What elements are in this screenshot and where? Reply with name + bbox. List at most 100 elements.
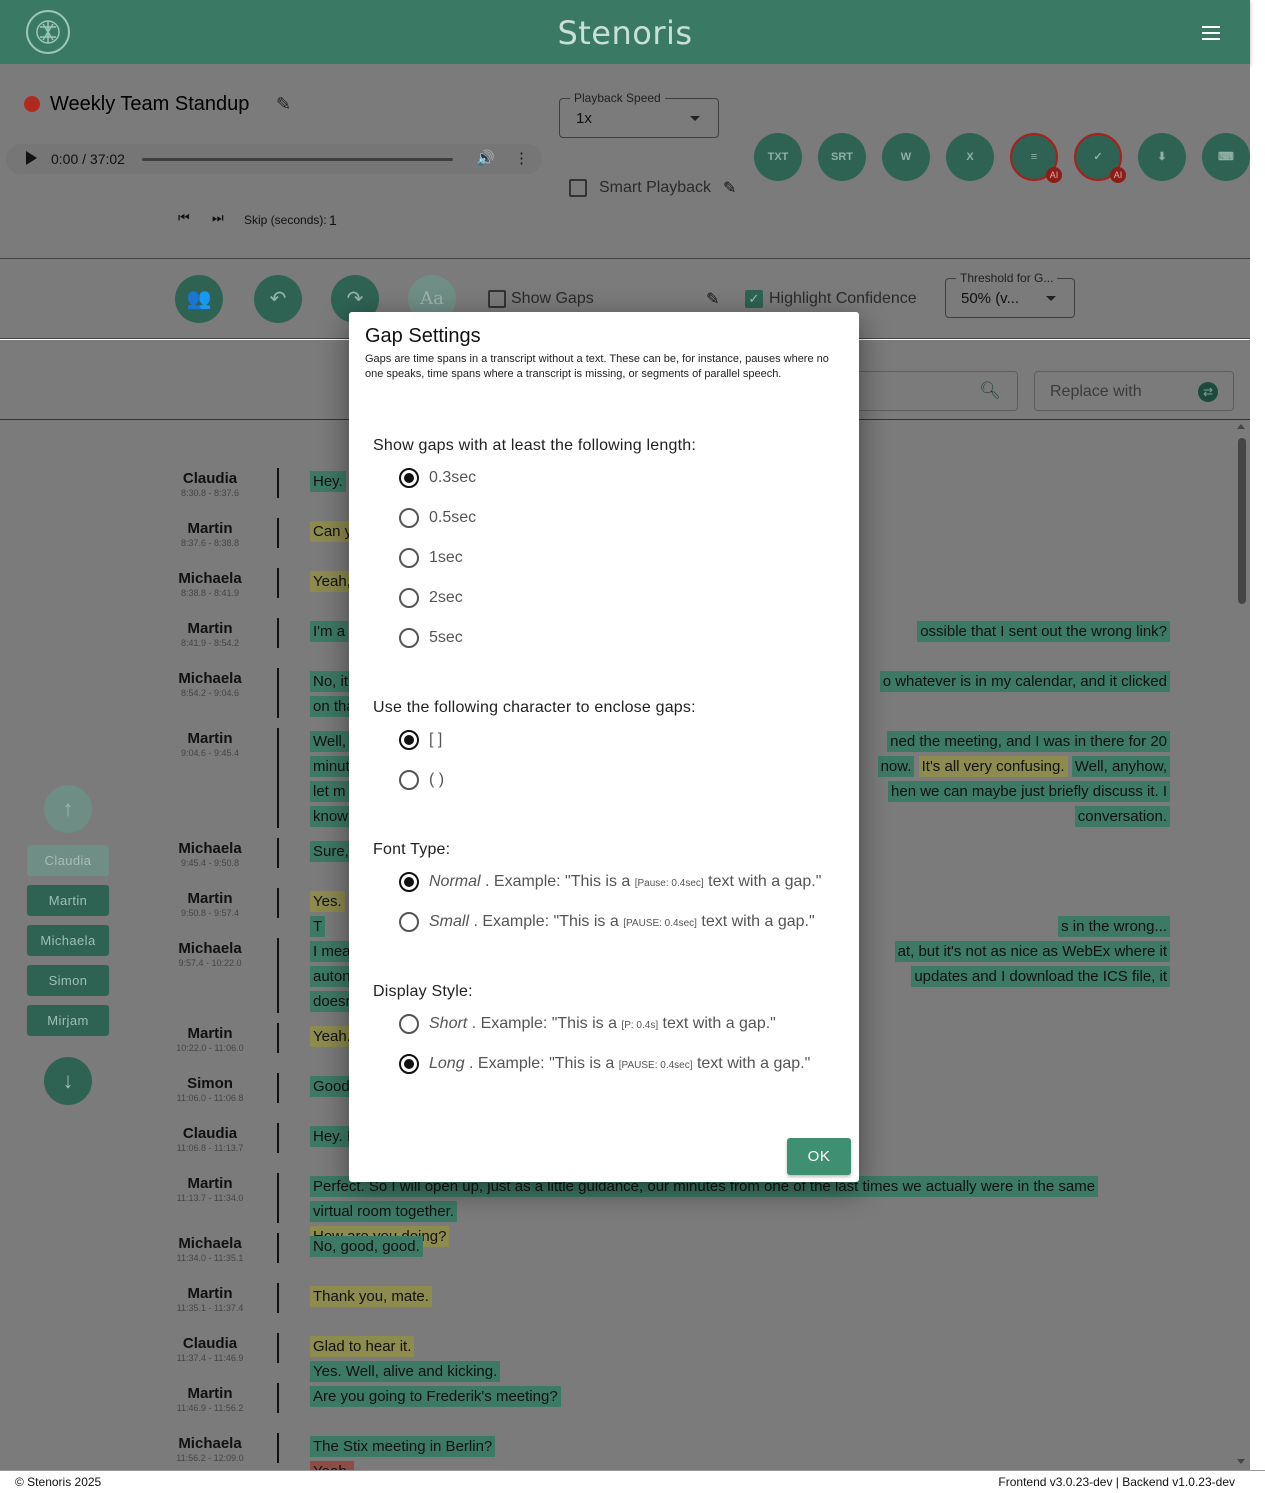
- word-segment-high-confidence[interactable]: I'm a: [310, 621, 349, 642]
- speaker-label[interactable]: Michaela 8:38.8 - 8:41.9: [150, 570, 270, 598]
- radio-button[interactable]: [399, 912, 419, 932]
- speaker-label[interactable]: Martin 11:13.7 - 11:34.0: [150, 1175, 270, 1203]
- speaker-label[interactable]: Michaela 11:34.0 - 11:35.1: [150, 1235, 270, 1263]
- word-segment-high-confidence[interactable]: The Stix meeting in Berlin?: [310, 1436, 496, 1457]
- word-segment-high-confidence[interactable]: Sure,: [310, 841, 352, 862]
- transcript-text[interactable]: No, good, good.: [310, 1234, 1170, 1259]
- word-segment-medium-confidence[interactable]: Yeah,: [310, 571, 354, 592]
- speaker-label[interactable]: Michaela 11:56.2 - 12:09.0: [150, 1435, 270, 1463]
- speaker-label[interactable]: Martin 9:04.6 - 9:45.4: [150, 730, 270, 758]
- word-segment-medium-confidence[interactable]: Yes.: [310, 891, 345, 912]
- word-segment-high-confidence[interactable]: I mea: [310, 941, 354, 962]
- word-segment-high-confidence[interactable]: Are you going to Frederik's meeting?: [310, 1386, 561, 1407]
- word-segment-high-confidence[interactable]: o whatever is in my calendar, and it cli…: [879, 671, 1170, 692]
- word-segment-high-confidence[interactable]: No, it: [310, 671, 352, 692]
- speaker-chip-claudia[interactable]: Claudia: [27, 845, 109, 876]
- speakers-icon[interactable]: 👥: [175, 275, 223, 323]
- scroll-up-arrow-icon[interactable]: [1237, 424, 1245, 429]
- speaker-label[interactable]: Claudia 11:06.8 - 11:13.7: [150, 1125, 270, 1153]
- srt-file-icon[interactable]: SRT: [818, 133, 866, 181]
- previous-speaker-arrow-up-icon[interactable]: ↑: [44, 785, 92, 833]
- speaker-label[interactable]: Martin 11:35.1 - 11:37.4: [150, 1285, 270, 1313]
- word-segment-high-confidence[interactable]: No, good, good.: [310, 1236, 423, 1257]
- scroll-down-arrow-icon[interactable]: [1237, 1459, 1245, 1464]
- ok-button[interactable]: OK: [787, 1138, 851, 1175]
- volume-icon[interactable]: 🔊: [476, 149, 495, 167]
- word-segment-high-confidence[interactable]: s in the wrong...: [1058, 916, 1170, 937]
- speaker-label[interactable]: Claudia 8:30.8 - 8:37.6: [150, 470, 270, 498]
- word-segment-high-confidence[interactable]: virtual room together.: [310, 1201, 457, 1222]
- word-segment-medium-confidence[interactable]: Thank you, mate.: [310, 1286, 432, 1307]
- word-segment-high-confidence[interactable]: Good: [310, 1076, 353, 1097]
- speaker-label[interactable]: Martin 8:37.6 - 8:38.8: [150, 520, 270, 548]
- word-segment-high-confidence[interactable]: Yes. Well, alive and kicking.: [310, 1361, 501, 1382]
- show-gaps-checkbox[interactable]: [488, 290, 506, 308]
- smart-playback-checkbox[interactable]: [569, 179, 587, 197]
- edit-title-icon[interactable]: ✎: [276, 94, 291, 115]
- keyboard-icon[interactable]: ⌨: [1202, 133, 1250, 181]
- skip-seconds-input[interactable]: 1: [329, 212, 337, 228]
- word-segment-high-confidence[interactable]: hen we can maybe just briefly discuss it…: [888, 781, 1170, 802]
- word-segment-high-confidence[interactable]: at, but it's not as nice as WebEx where …: [894, 941, 1170, 962]
- word-segment-high-confidence[interactable]: ned the meeting, and I was in there for …: [887, 731, 1170, 752]
- word-segment-medium-confidence[interactable]: It's all very confusing.: [918, 756, 1068, 777]
- highlight-confidence-checkbox[interactable]: ✓: [745, 290, 763, 308]
- word-segment-high-confidence[interactable]: Hey.: [310, 471, 346, 492]
- word-segment-high-confidence[interactable]: know: [310, 806, 352, 827]
- ai-summary-icon[interactable]: ≡ AI: [1010, 133, 1062, 183]
- replace-icon[interactable]: ⇄: [1198, 382, 1218, 402]
- word-segment-high-confidence[interactable]: doesr: [310, 991, 354, 1012]
- transcript-text[interactable]: Are you going to Frederik's meeting?: [310, 1384, 1170, 1409]
- radio-button[interactable]: [399, 508, 419, 528]
- play-icon[interactable]: [26, 151, 37, 165]
- radio-button[interactable]: [399, 628, 419, 648]
- radio-button[interactable]: [399, 1014, 419, 1034]
- speaker-label[interactable]: Simon 11:06.0 - 11:06.8: [150, 1075, 270, 1103]
- word-segment-high-confidence[interactable]: let m: [310, 781, 349, 802]
- gap-settings-edit-icon[interactable]: ✎: [706, 289, 719, 309]
- word-segment-high-confidence[interactable]: auton: [310, 966, 354, 987]
- word-segment-high-confidence[interactable]: minut: [310, 756, 353, 777]
- cloud-download-icon[interactable]: ⬇: [1138, 133, 1186, 181]
- skip-forward-icon[interactable]: ⏭: [212, 210, 224, 226]
- word-segment-high-confidence[interactable]: updates and I download the ICS file, it: [911, 966, 1170, 987]
- txt-file-icon[interactable]: TXT: [754, 133, 802, 181]
- speaker-label[interactable]: Claudia 11:37.4 - 11:46.9: [150, 1335, 270, 1363]
- speaker-label[interactable]: Martin 10:22.0 - 11:06.0: [150, 1025, 270, 1053]
- word-segment-high-confidence[interactable]: Hey. I: [310, 1126, 355, 1147]
- word-segment-high-confidence[interactable]: ossible that I sent out the wrong link?: [917, 621, 1170, 642]
- word-segment-high-confidence[interactable]: conversation.: [1074, 806, 1170, 827]
- speaker-chip-simon[interactable]: Simon: [27, 965, 109, 996]
- radio-button[interactable]: [399, 1054, 419, 1074]
- word-segment-medium-confidence[interactable]: Yeah.: [310, 1026, 354, 1047]
- threshold-select[interactable]: Threshold for G... 50% (v...: [945, 271, 1075, 318]
- speaker-chip-michaela[interactable]: Michaela: [27, 925, 109, 956]
- seek-bar[interactable]: [142, 158, 453, 161]
- next-speaker-arrow-down-icon[interactable]: ↓: [44, 1057, 92, 1105]
- speaker-label[interactable]: Martin 11:46.9 - 11:56.2: [150, 1385, 270, 1413]
- speaker-label[interactable]: Martin 9:50.8 - 9:57.4: [150, 890, 270, 918]
- speaker-label[interactable]: Michaela 8:54.2 - 9:04.6: [150, 670, 270, 698]
- replace-input[interactable]: Replace with ⇄: [1034, 371, 1234, 411]
- playback-speed-select[interactable]: Playback Speed 1x: [559, 91, 719, 138]
- transcript-text[interactable]: Glad to hear it. Yes. Well, alive and kic…: [310, 1334, 1170, 1384]
- speaker-chip-mirjam[interactable]: Mirjam: [27, 1005, 109, 1036]
- radio-button[interactable]: [399, 730, 419, 750]
- word-segment-high-confidence[interactable]: Well, anyhow,: [1071, 756, 1170, 777]
- search-icon[interactable]: 🔍︎: [979, 381, 1001, 401]
- radio-button[interactable]: [399, 770, 419, 790]
- speaker-label[interactable]: Michaela 9:45.4 - 9:50.8: [150, 840, 270, 868]
- word-segment-high-confidence[interactable]: now.: [877, 756, 915, 777]
- word-segment-low-confidence[interactable]: Yeah.: [310, 1461, 354, 1470]
- skip-back-icon[interactable]: ⏮: [178, 210, 190, 226]
- word-file-icon[interactable]: W: [882, 133, 930, 181]
- excel-file-icon[interactable]: X: [946, 133, 994, 181]
- scrollbar[interactable]: [1233, 420, 1250, 1470]
- transcript-text[interactable]: Thank you, mate.: [310, 1284, 1170, 1309]
- smart-playback-edit-icon[interactable]: ✎: [723, 178, 736, 198]
- word-segment-medium-confidence[interactable]: Glad to hear it.: [310, 1336, 415, 1357]
- speaker-chip-martin[interactable]: Martin: [27, 885, 109, 916]
- transcript-text[interactable]: The Stix meeting in Berlin?Yeah.Yeah. Ye…: [310, 1434, 1170, 1470]
- hamburger-menu-icon[interactable]: [1202, 26, 1220, 40]
- ai-review-icon[interactable]: ✓ AI: [1074, 133, 1126, 183]
